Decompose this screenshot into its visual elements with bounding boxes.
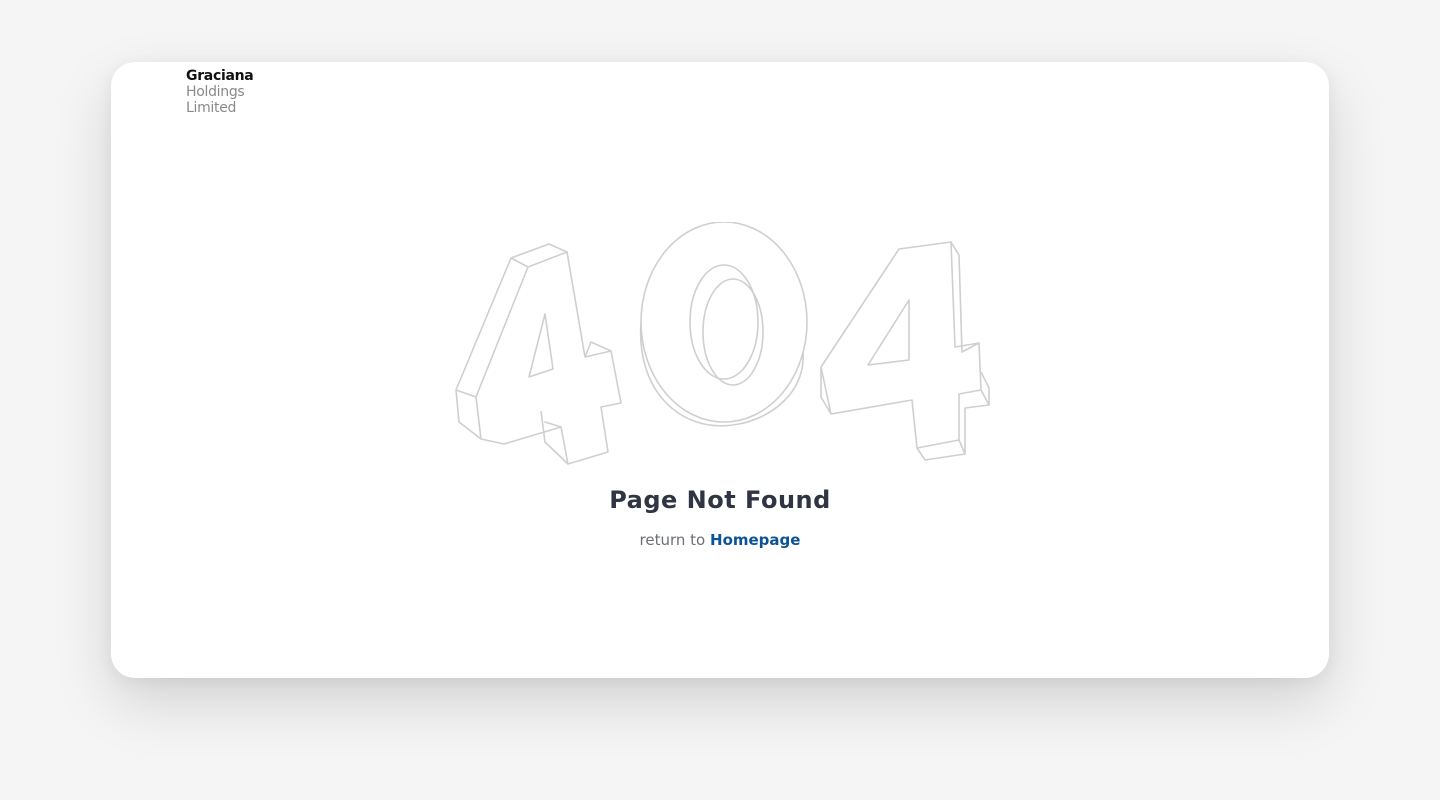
404-illustration — [455, 222, 990, 465]
logo-line-2: Holdings — [186, 84, 245, 100]
return-line: return to Homepage — [111, 531, 1329, 549]
digit-four-right — [820, 241, 990, 461]
page-title: Page Not Found — [609, 486, 831, 514]
logo-line-1: Graciana — [186, 68, 254, 84]
logo-line-3: Limited — [186, 100, 237, 116]
digit-zero — [639, 222, 808, 427]
company-logo[interactable]: Graciana Holdings Limited — [186, 68, 254, 116]
homepage-link[interactable]: Homepage — [710, 531, 800, 549]
error-card: Graciana Holdings Limited Page Not Found… — [111, 62, 1329, 678]
return-prefix: return to — [639, 531, 706, 549]
digit-four-left — [455, 243, 622, 465]
